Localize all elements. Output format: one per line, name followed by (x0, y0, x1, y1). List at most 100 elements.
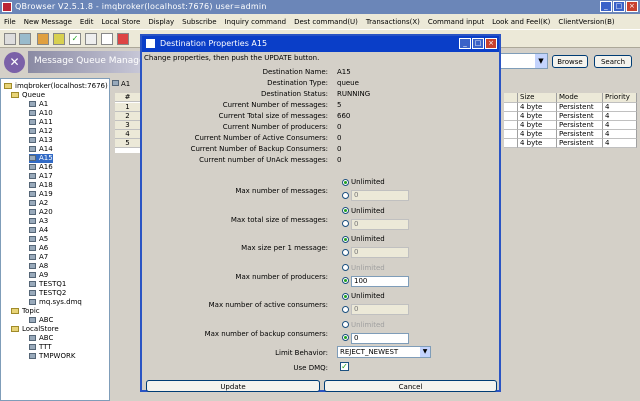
tree-item-queue[interactable]: mq.sys.dmq (29, 298, 82, 307)
table-row[interactable]: 4 byte Persistent 4 (504, 103, 637, 112)
tree-item-queue[interactable]: A14 (29, 145, 53, 154)
tree-item-queue[interactable]: A9 (29, 271, 48, 280)
tree-item-queue[interactable]: A2 (29, 199, 48, 208)
menu-item[interactable]: Local Store (101, 18, 140, 26)
unlimited-radio[interactable]: Unlimited (342, 321, 385, 329)
tree-item-localstore[interactable]: ABC (29, 334, 53, 343)
dialog-minimize-button[interactable]: _ (459, 38, 471, 49)
folder-icon[interactable] (53, 33, 65, 45)
row-number[interactable]: 1 (115, 103, 140, 112)
table-row[interactable]: 4 byte Persistent 4 (504, 112, 637, 121)
tree-item-topic[interactable]: ABC (29, 316, 53, 325)
use-dmq-checkbox[interactable]: ✓ (340, 362, 349, 371)
copy-icon[interactable] (85, 33, 97, 45)
message-table[interactable]: Size Mode Priority 4 byte Persistent 4 4 byte P… (504, 93, 637, 148)
tree-queue-folder[interactable]: Queue (11, 91, 45, 100)
close-button[interactable]: × (626, 1, 638, 12)
menu-item[interactable]: Transactions(X) (366, 18, 420, 26)
dialog-maximize-button[interactable]: □ (472, 38, 484, 49)
menu-item[interactable]: New Message (24, 18, 72, 26)
tree-item-queue[interactable]: A7 (29, 253, 48, 262)
check-icon[interactable]: ✓ (69, 33, 81, 45)
menu-item[interactable]: Edit (80, 18, 94, 26)
limit-value-field[interactable]: 0 (351, 218, 409, 230)
column-header[interactable]: Mode (557, 93, 603, 103)
tree-item-queue[interactable]: A6 (29, 244, 48, 253)
tree-item-queue[interactable]: A8 (29, 262, 48, 271)
column-header[interactable]: Priority (603, 93, 637, 103)
menu-item[interactable]: File (4, 18, 16, 26)
cancel-button[interactable]: Cancel (324, 380, 497, 392)
tree-localstore-folder[interactable]: LocalStore (11, 325, 59, 334)
menu-item[interactable]: Inquiry command (225, 18, 287, 26)
tree-item-queue[interactable]: A3 (29, 217, 48, 226)
page-icon[interactable] (101, 33, 113, 45)
tree-item-queue[interactable]: A16 (29, 163, 53, 172)
tree-item-queue[interactable]: A19 (29, 190, 53, 199)
row-number[interactable]: 2 (115, 112, 140, 121)
new-icon[interactable] (4, 33, 16, 45)
queue-icon (29, 182, 36, 188)
row-number[interactable]: 4 (115, 130, 140, 139)
column-header[interactable]: Size (518, 93, 557, 103)
unlimited-radio[interactable]: Unlimited (342, 292, 385, 300)
unlimited-radio[interactable]: Unlimited (342, 264, 385, 272)
row-number[interactable]: 3 (115, 121, 140, 130)
browse-button[interactable]: Browse (552, 55, 588, 68)
search-button[interactable]: Search (594, 55, 632, 68)
tree-item-queue[interactable]: A10 (29, 109, 53, 118)
tree-item-queue[interactable]: A13 (29, 136, 53, 145)
unlimited-radio[interactable]: Unlimited (342, 178, 385, 186)
tree-item-queue[interactable]: A5 (29, 235, 48, 244)
limit-behavior-select[interactable]: REJECT_NEWEST ▼ (337, 346, 431, 358)
tree-item-queue[interactable]: TESTQ1 (29, 280, 66, 289)
minimize-button[interactable]: _ (600, 1, 612, 12)
limit-value-field[interactable]: 0 (351, 247, 409, 258)
menu-item[interactable]: Look and Feel(K) (492, 18, 550, 26)
update-button[interactable]: Update (146, 380, 320, 392)
unlimited-radio[interactable]: Unlimited (342, 235, 385, 243)
tree-root[interactable]: imqbroker(localhost:7676) (4, 82, 108, 91)
delete-icon[interactable] (117, 33, 129, 45)
destination-tree[interactable]: imqbroker(localhost:7676) Queue A1 A10 A11 A1… (0, 78, 110, 401)
limit-value-field[interactable]: 0 (351, 304, 409, 315)
save-icon[interactable] (19, 33, 31, 45)
tree-item-queue[interactable]: A4 (29, 226, 48, 235)
tree-item-queue[interactable]: A12 (29, 127, 53, 136)
limit-value-field[interactable]: 100 (351, 275, 409, 287)
table-row[interactable]: 4 byte Persistent 4 (504, 121, 637, 130)
tree-item-localstore[interactable]: TTT (29, 343, 52, 352)
tree-topic-folder[interactable]: Topic (11, 307, 40, 316)
value-radio[interactable] (342, 305, 351, 313)
menu-item[interactable]: Subscribe (182, 18, 216, 26)
tree-item-localstore[interactable]: TMPWORK (29, 352, 75, 361)
dialog-close-button[interactable]: × (485, 38, 497, 49)
tree-label: A11 (39, 118, 53, 126)
table-row[interactable]: 4 byte Persistent 4 (504, 139, 637, 148)
limit-value-field[interactable]: 0 (351, 190, 409, 201)
tree-item-queue[interactable]: TESTQ2 (29, 289, 66, 298)
destination-combo[interactable]: ▼ (500, 53, 548, 69)
value-radio[interactable] (342, 220, 351, 228)
value-radio[interactable] (342, 334, 351, 342)
tree-item-queue[interactable]: A1 (29, 100, 48, 109)
menu-item[interactable]: ClientVersion(B) (558, 18, 614, 26)
table-row[interactable]: 4 byte Persistent 4 (504, 130, 637, 139)
tree-item-queue[interactable]: A17 (29, 172, 53, 181)
column-header[interactable] (504, 93, 518, 103)
tree-item-queue[interactable]: A18 (29, 181, 53, 190)
value-radio[interactable] (342, 248, 351, 256)
tree-item-queue[interactable]: A11 (29, 118, 53, 127)
menu-item[interactable]: Display (148, 18, 174, 26)
open-folder-icon[interactable] (37, 33, 49, 45)
maximize-button[interactable]: □ (613, 1, 625, 12)
unlimited-radio[interactable]: Unlimited (342, 207, 385, 215)
value-radio[interactable] (342, 191, 351, 199)
menu-item[interactable]: Dest command(U) (294, 18, 358, 26)
value-radio[interactable] (342, 277, 351, 285)
menu-item[interactable]: Command input (428, 18, 484, 26)
limit-value-field[interactable]: 0 (351, 332, 409, 344)
tree-item-queue[interactable]: A15 (29, 154, 53, 163)
row-number[interactable]: 5 (115, 139, 140, 148)
tree-item-queue[interactable]: A20 (29, 208, 53, 217)
